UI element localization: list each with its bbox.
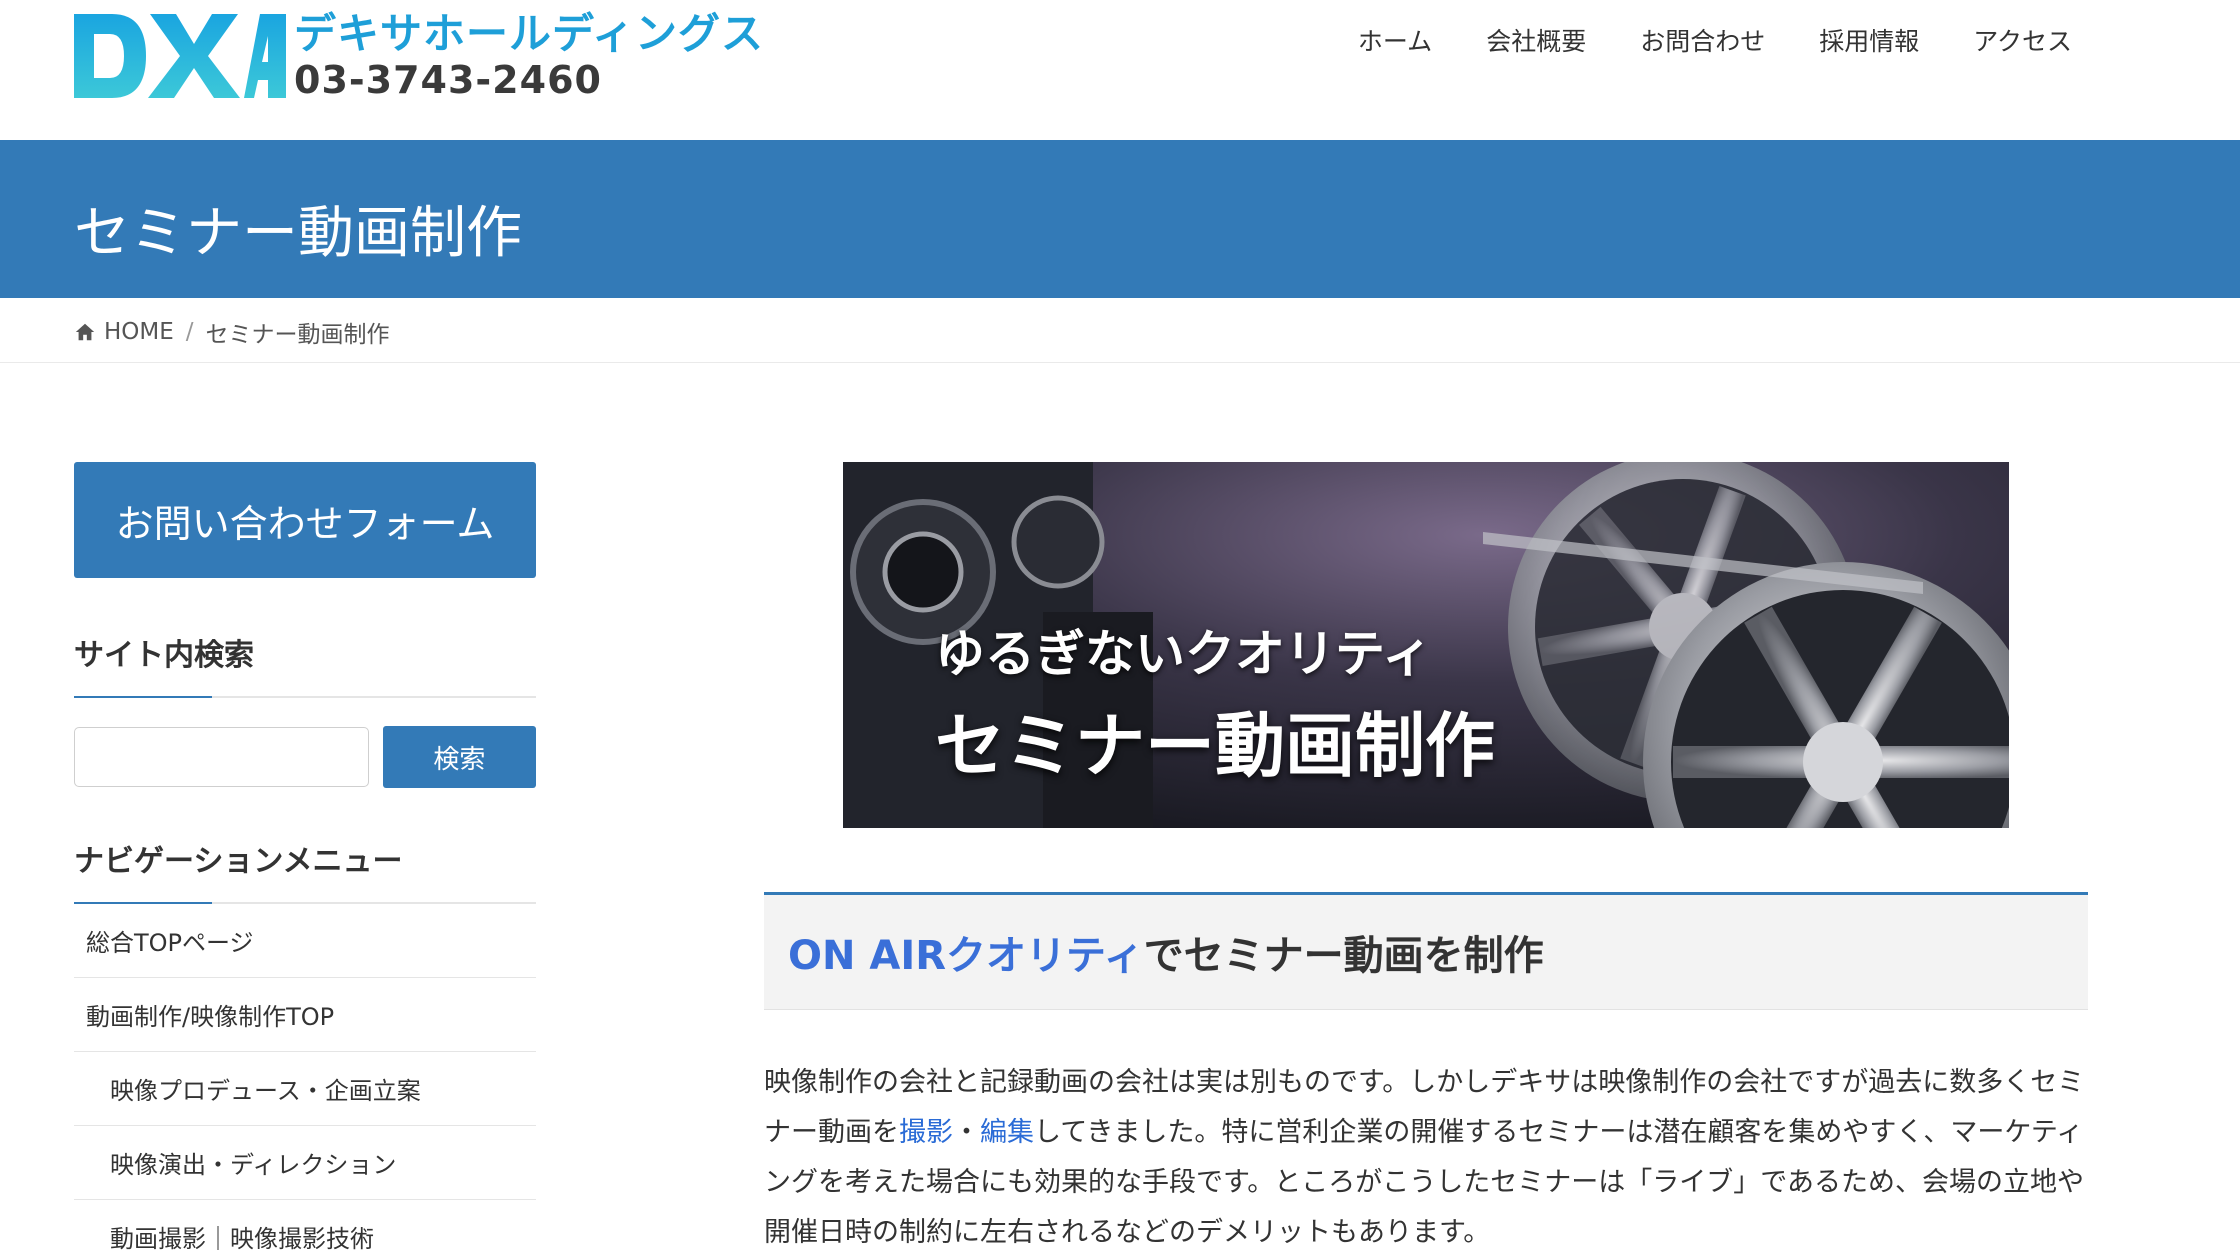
- hero-title: セミナー動画制作: [935, 705, 1495, 787]
- page-title: セミナー動画制作: [74, 201, 522, 266]
- hero-subtitle: ゆるぎないクオリティ: [935, 625, 1432, 683]
- logo-phone-number: 03-3743-2460: [294, 58, 602, 102]
- nav-link-home[interactable]: ホーム: [1358, 22, 1432, 58]
- intro-paragraph: 映像制作の会社と記録動画の会社は実は別ものです。しかしデキサは映像制作の会社です…: [764, 1058, 2088, 1258]
- site-search-title: サイト内検索: [74, 630, 536, 698]
- breadcrumb-separator: /: [185, 319, 194, 345]
- breadcrumb-home-link[interactable]: HOME: [104, 319, 174, 345]
- home-icon: [75, 323, 95, 341]
- navigation-menu-title: ナビゲーションメニュー: [74, 836, 536, 904]
- contact-form-button[interactable]: お問い合わせフォーム: [74, 462, 536, 578]
- breadcrumb-divider: [0, 362, 2240, 363]
- breadcrumb-current: セミナー動画制作: [205, 322, 390, 348]
- site-search-button[interactable]: 検索: [382, 726, 536, 788]
- section-heading-text: でセミナー動画を制作: [1143, 933, 1544, 979]
- site-search-form: 検索: [74, 726, 536, 788]
- nav-menu-item-direction[interactable]: 映像演出・ディレクション: [74, 1126, 536, 1200]
- nav-menu-item-video-top[interactable]: 動画制作/映像制作TOP: [74, 978, 536, 1052]
- section-heading: ON AIRクオリティ でセミナー動画を制作: [764, 892, 2088, 1010]
- link-shooting[interactable]: 撮影: [899, 1117, 953, 1148]
- site-header: デキサホールディングス 03-3743-2460 ホーム 会社概要 お問合わせ …: [0, 0, 2240, 140]
- navigation-menu: 総合TOPページ 動画制作/映像制作TOP 映像プロデュース・企画立案 映像演出…: [74, 904, 536, 1260]
- site-search-input[interactable]: [74, 727, 369, 787]
- nav-menu-item-top[interactable]: 総合TOPページ: [74, 904, 536, 978]
- nav-link-recruit[interactable]: 採用情報: [1819, 22, 1919, 58]
- site-logo[interactable]: デキサホールディングス 03-3743-2460: [74, 10, 764, 102]
- hero-banner: ゆるぎないクオリティ セミナー動画制作: [843, 462, 2009, 828]
- nav-menu-item-shooting[interactable]: 動画撮影｜映像撮影技術: [74, 1200, 536, 1260]
- sidebar: お問い合わせフォーム サイト内検索 検索 ナビゲーションメニュー 総合TOPペー…: [74, 462, 536, 1260]
- nav-link-contact[interactable]: お問合わせ: [1640, 22, 1765, 58]
- nav-menu-item-produce[interactable]: 映像プロデュース・企画立案: [74, 1052, 536, 1126]
- dxa-logo-icon: [74, 14, 286, 98]
- breadcrumb: HOME / セミナー動画制作: [74, 314, 390, 350]
- main-content: ゆるぎないクオリティ セミナー動画制作 ON AIRクオリティ でセミナー動画を制…: [764, 462, 2088, 1258]
- global-nav: ホーム 会社概要 お問合わせ 採用情報 アクセス: [1304, 22, 2072, 58]
- nav-link-access[interactable]: アクセス: [1973, 22, 2072, 58]
- section-heading-highlight: ON AIRクオリティ: [788, 933, 1144, 979]
- page-title-band: セミナー動画制作: [0, 140, 2240, 298]
- nav-link-company[interactable]: 会社概要: [1486, 22, 1586, 58]
- logo-company-name: デキサホールディングス: [294, 9, 765, 58]
- link-editing[interactable]: 編集: [980, 1117, 1034, 1148]
- intro-text-dot: ・: [953, 1117, 980, 1148]
